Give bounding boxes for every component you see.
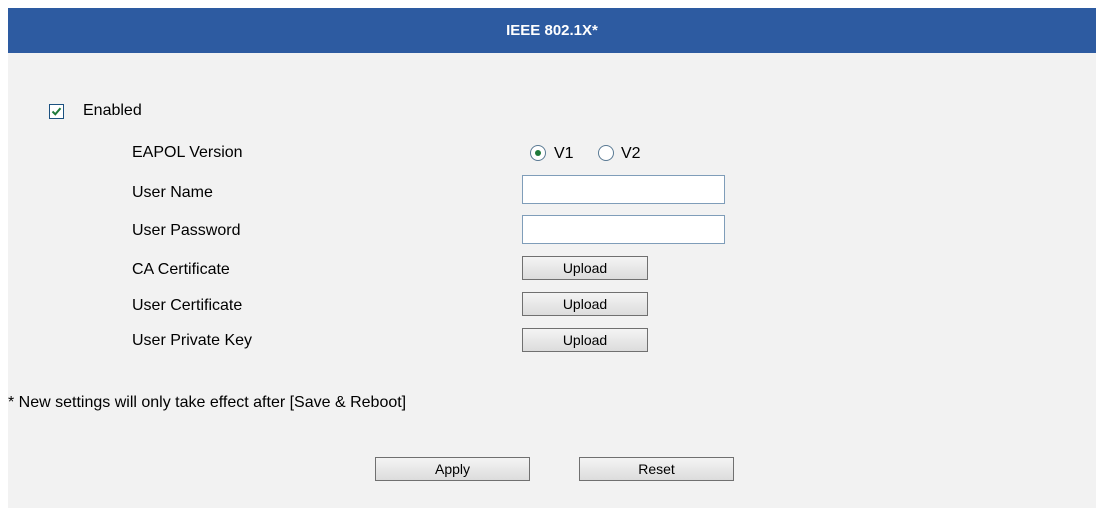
user-certificate-upload-button[interactable]: Upload	[522, 292, 648, 316]
eapol-version-label: EAPOL Version	[132, 144, 243, 161]
ca-certificate-upload-button[interactable]: Upload	[522, 256, 648, 280]
user-password-label: User Password	[132, 222, 241, 239]
enabled-checkbox[interactable]	[49, 104, 64, 119]
checkmark-icon	[51, 107, 62, 116]
panel-header: IEEE 802.1X*	[8, 8, 1096, 53]
user-name-label: User Name	[132, 184, 213, 201]
user-name-input[interactable]	[522, 175, 725, 204]
user-certificate-label: User Certificate	[132, 297, 243, 314]
apply-button[interactable]: Apply	[375, 457, 530, 481]
eapol-v1-label: V1	[554, 145, 574, 162]
panel-title: IEEE 802.1X*	[506, 22, 598, 39]
eapol-v2-label: V2	[621, 145, 641, 162]
ca-certificate-label: CA Certificate	[132, 261, 230, 278]
ieee8021x-panel: IEEE 802.1X* Enabled EAPOL Version V1 V2…	[8, 8, 1096, 508]
eapol-v1-radio[interactable]	[530, 145, 546, 161]
user-private-key-upload-button[interactable]: Upload	[522, 328, 648, 352]
enabled-label: Enabled	[83, 102, 142, 119]
user-private-key-label: User Private Key	[132, 332, 253, 349]
reboot-note: * New settings will only take effect aft…	[8, 394, 407, 411]
reset-button[interactable]: Reset	[579, 457, 734, 481]
user-password-input[interactable]	[522, 215, 725, 244]
eapol-v2-radio[interactable]	[598, 145, 614, 161]
